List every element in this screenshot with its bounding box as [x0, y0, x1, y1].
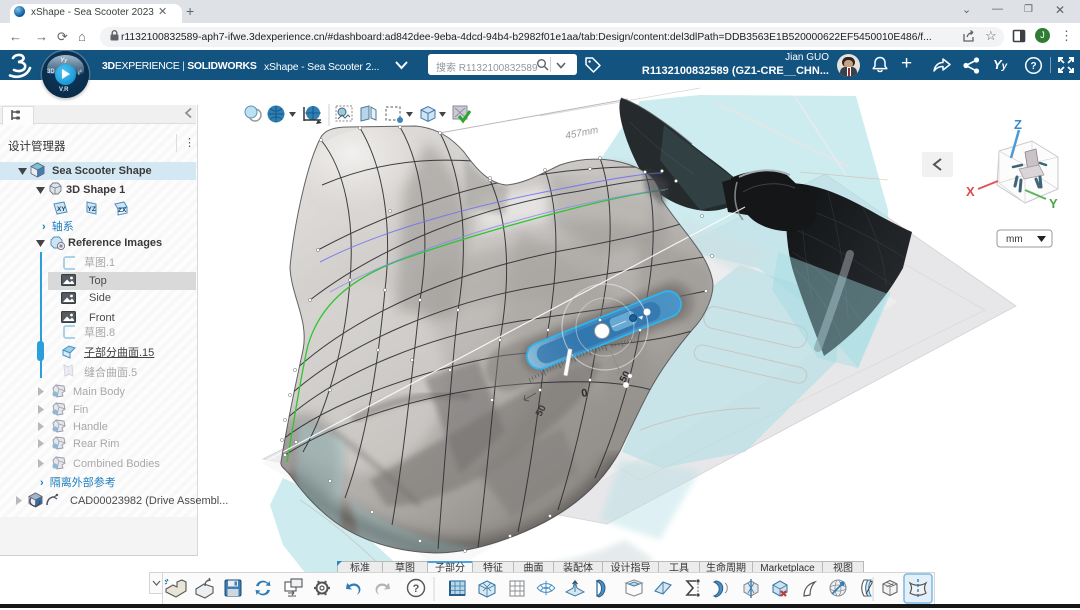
svg-text:X: X [966, 184, 975, 199]
svg-text:YZ: YZ [88, 206, 96, 213]
svg-text:mm: mm [1006, 234, 1023, 245]
svg-text:?: ? [1030, 61, 1036, 72]
svg-text:Y: Y [1049, 196, 1058, 211]
svg-text:XY: XY [57, 206, 66, 213]
svg-text:Z: Z [1014, 117, 1022, 132]
svg-text:?: ? [413, 583, 420, 595]
svg-text:457mm: 457mm [564, 125, 599, 142]
svg-text:ZX: ZX [118, 207, 127, 214]
